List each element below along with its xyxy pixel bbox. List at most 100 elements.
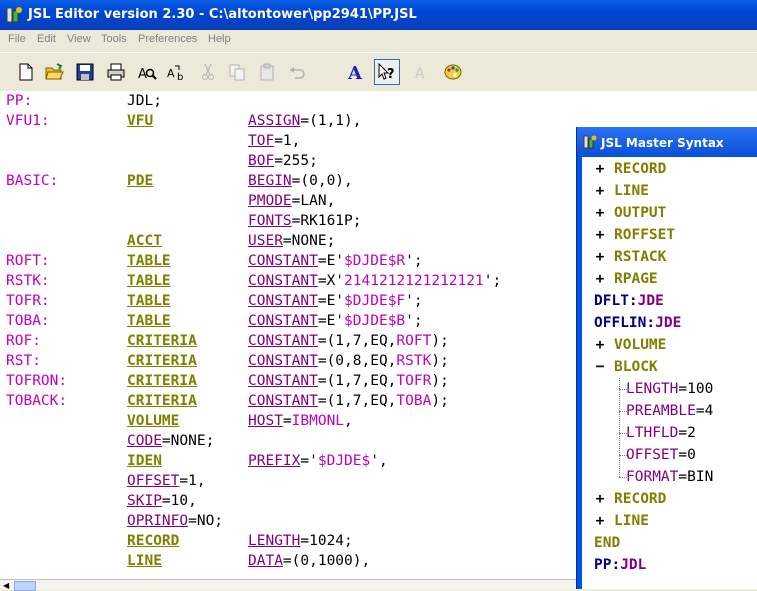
new-icon[interactable] [14, 60, 38, 84]
tree-node-label: BLOCK [614, 359, 658, 375]
menu-file[interactable]: File [8, 33, 26, 45]
text: =(0,0), [291, 173, 353, 189]
palette-icon[interactable] [441, 60, 465, 84]
tree-node-label: LTHFLD=2 [626, 425, 696, 441]
expand-icon[interactable]: + [594, 510, 606, 532]
operand: BOF [248, 153, 275, 169]
line-label: TOFRON: [6, 373, 68, 389]
tree-connector [619, 455, 629, 456]
line-parameter: OPRINFO=NO; [127, 511, 223, 531]
operand: CONSTANT [248, 373, 318, 389]
line-command: IDEN [127, 453, 162, 469]
tree-node-label: DFLT:JDE [594, 293, 664, 309]
operand: PMODE [248, 193, 292, 209]
open-icon[interactable] [42, 60, 66, 84]
line-label: PP: [6, 93, 33, 109]
font-disabled-icon[interactable]: A [410, 60, 434, 84]
paste-icon[interactable] [255, 60, 279, 84]
tree-node-label: LENGTH=100 [626, 381, 714, 397]
expand-icon[interactable]: + [594, 158, 606, 180]
value: ROFT [396, 333, 432, 349]
text: =NO; [188, 513, 224, 529]
line-parameter: CODE=NONE; [127, 431, 214, 451]
context-help-icon[interactable]: ? [374, 59, 400, 85]
app-icon [6, 7, 22, 23]
menu-view[interactable]: View [67, 33, 91, 45]
value: TOBA [396, 393, 432, 409]
text: =E' [317, 313, 345, 329]
text: =10, [161, 493, 197, 509]
replace-icon[interactable]: Ab [165, 60, 189, 84]
tree-node-label: PREAMBLE=4 [626, 403, 714, 419]
operand: FONTS [248, 213, 292, 229]
expand-icon[interactable]: + [594, 334, 606, 356]
print-icon[interactable] [104, 60, 128, 84]
expand-icon[interactable]: + [594, 246, 606, 268]
cut-icon[interactable] [196, 60, 220, 84]
syntax-tree[interactable]: + RECORD + LINE + OUTPUT + ROFFSET + RSTACK + RPAGE… [582, 157, 757, 589]
scroll-thumb[interactable] [14, 581, 36, 591]
tree-connector [619, 477, 629, 478]
svg-text:A: A [347, 63, 363, 82]
line-label: TOFR: [6, 293, 50, 309]
line-command: TABLE [127, 313, 171, 329]
line-parameter: CONSTANT=(1,7,EQ,ROFT); [248, 331, 449, 351]
line-label: RST: [6, 353, 41, 369]
text: =(1,1), [300, 113, 362, 129]
menu-help[interactable]: Help [208, 33, 231, 45]
text: =E' [317, 293, 345, 309]
tree-connector [619, 378, 620, 477]
operand: TOF [248, 133, 275, 149]
value: IBMONL [291, 413, 345, 429]
value: TOFR [396, 373, 432, 389]
copy-icon[interactable] [225, 60, 249, 84]
line-command: CRITERIA [127, 353, 197, 369]
line-command: VFU [127, 113, 154, 129]
value: 2141212121212121 [344, 273, 484, 289]
expand-icon[interactable]: + [594, 224, 606, 246]
expand-icon[interactable]: + [594, 180, 606, 202]
menu-preferences[interactable]: Preferences [138, 33, 197, 45]
expand-icon[interactable]: + [594, 202, 606, 224]
operand: USER [248, 233, 283, 249]
text: =(1,7,EQ, [317, 333, 397, 349]
menu-edit[interactable]: Edit [37, 33, 56, 45]
master-syntax-title-bar[interactable]: JSL Master Syntax [577, 127, 757, 157]
tree-node-label: LINE [614, 513, 649, 529]
line-parameter: BOF=255; [248, 151, 318, 171]
code-line[interactable]: PP: JDL; [0, 91, 757, 111]
line-label: ROFT: [6, 253, 50, 269]
operand: CONSTANT [248, 273, 318, 289]
expand-icon[interactable]: + [594, 488, 606, 510]
tree-node-label: END [594, 535, 621, 551]
svg-text:A: A [167, 67, 175, 80]
menu-tools[interactable]: Tools [101, 33, 127, 45]
line-parameter: CONSTANT=(0,8,EQ,RSTK); [248, 351, 449, 371]
font-icon[interactable]: A [344, 60, 368, 84]
operand: HOST [248, 413, 283, 429]
svg-text:?: ? [387, 67, 395, 82]
text: '; [405, 313, 423, 329]
text: = [282, 413, 292, 429]
text: ', [370, 453, 388, 469]
find-icon[interactable]: A [135, 60, 159, 84]
save-icon[interactable] [73, 60, 97, 84]
collapse-icon[interactable]: − [594, 356, 606, 378]
value: $DJDE$F [344, 293, 406, 309]
operand: DATA [248, 553, 283, 569]
expand-icon[interactable]: + [594, 268, 606, 290]
text: =NONE; [161, 433, 215, 449]
text: =RK161P; [291, 213, 362, 229]
line-parameter: CONSTANT=X'2141212121212121'; [248, 271, 501, 291]
line-parameter: OFFSET=1, [127, 471, 206, 491]
undo-icon[interactable] [285, 60, 309, 84]
text: =' [300, 453, 318, 469]
text: '; [405, 293, 423, 309]
line-label: TOBACK: [6, 393, 68, 409]
operand: SKIP [127, 493, 162, 509]
text: =255; [274, 153, 318, 169]
text: =(0,8,EQ, [317, 353, 397, 369]
tree-connector [619, 411, 629, 412]
operand: CONSTANT [248, 313, 318, 329]
line-command: ACCT [127, 233, 162, 249]
